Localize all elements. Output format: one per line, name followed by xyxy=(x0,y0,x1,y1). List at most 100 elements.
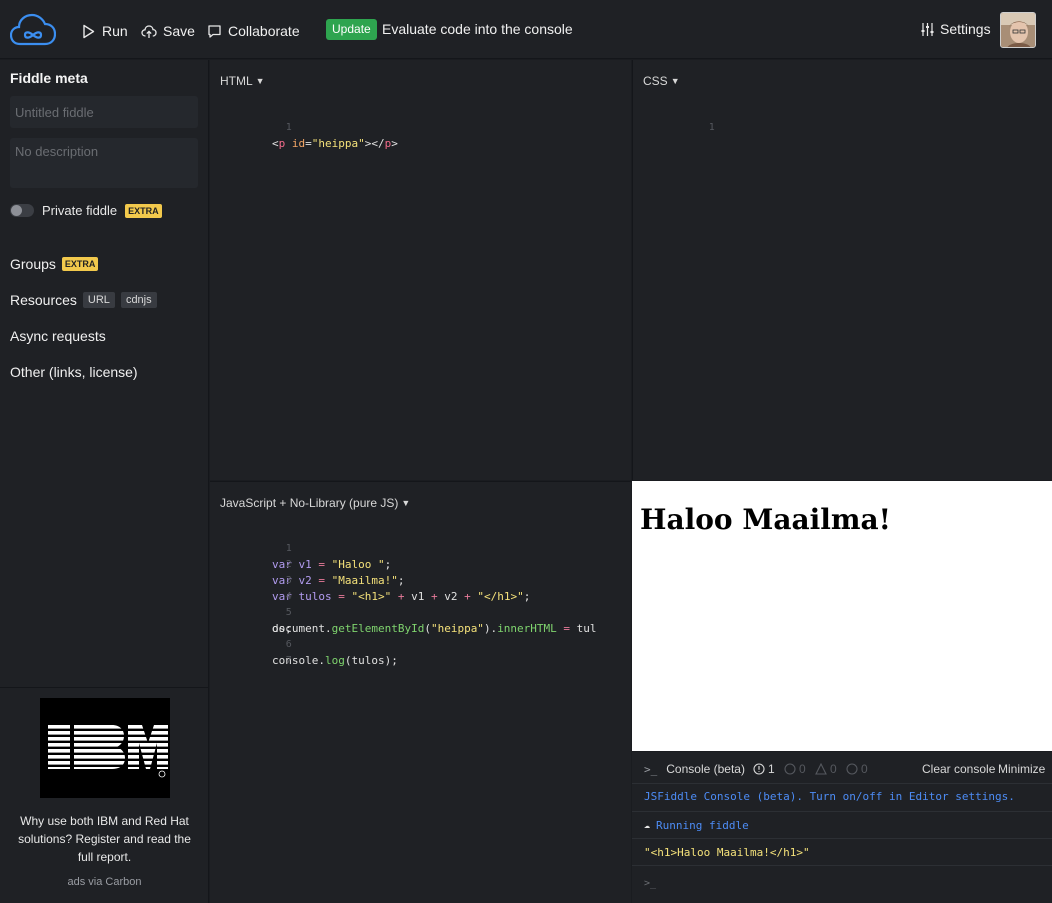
private-fiddle-label: Private fiddle xyxy=(42,203,118,218)
error-count[interactable]: 1 xyxy=(753,762,775,776)
console-info-message: JSFiddle Console (beta). Turn on/off in … xyxy=(644,790,1015,803)
code-line: 2 var v2 = "Maailma!"; xyxy=(210,541,631,587)
sidebar: Fiddle meta Private fiddle EXTRA Groups … xyxy=(0,60,209,903)
line-number: 1 xyxy=(285,122,292,133)
alert-count-value: 0 xyxy=(830,762,837,776)
clear-console-button[interactable]: Clear console xyxy=(922,762,995,776)
private-fiddle-row: Private fiddle EXTRA xyxy=(10,203,162,218)
result-preview[interactable]: Haloo Maailma! xyxy=(632,481,1052,751)
console-panel: >_ Console (beta) 1 0 0 0 Clear console … xyxy=(632,752,1052,903)
code-text: <p id="heippa"></p> xyxy=(272,137,398,150)
collaborate-button[interactable]: Collaborate xyxy=(207,21,300,41)
cloud-upload-icon xyxy=(141,24,157,38)
html-editor-panel[interactable]: HTML ▼ 1 <p id="heippa"></p> xyxy=(210,60,631,480)
run-label: Run xyxy=(102,23,128,39)
update-description: Evaluate code into the console xyxy=(382,21,573,37)
error-icon xyxy=(753,763,765,775)
warning-count-value: 0 xyxy=(799,762,806,776)
update-button[interactable]: Update xyxy=(326,19,377,40)
js-panel-label[interactable]: JavaScript + No-Library (pure JS) ▼ xyxy=(220,496,410,510)
css-code[interactable]: 1 xyxy=(633,104,1052,133)
circle-icon xyxy=(784,763,796,775)
js-label-text: JavaScript + No-Library (pure JS) xyxy=(220,496,399,510)
code-line: 4 xyxy=(210,573,631,602)
info-count-value: 0 xyxy=(861,762,868,776)
console-title-text: Console (beta) xyxy=(666,762,745,776)
js-code[interactable]: 1 var v1 = "Haloo "; 2 var v2 = "Maailma… xyxy=(210,525,631,667)
sliders-icon xyxy=(921,22,934,36)
running-text: Running fiddle xyxy=(656,819,749,832)
console-log-output: "<h1>Haloo Maailma!</h1>" xyxy=(644,846,810,859)
html-panel-label[interactable]: HTML ▼ xyxy=(220,74,265,88)
console-header: >_ Console (beta) 1 0 0 0 Clear console … xyxy=(632,752,1052,784)
code-line: 1 var v1 = "Haloo "; xyxy=(210,525,631,571)
code-line: 7 xyxy=(210,637,631,666)
error-count-value: 1 xyxy=(768,762,775,776)
minimize-console-button[interactable]: Minimize xyxy=(998,762,1045,776)
sidebar-item-resources[interactable]: Resources URL cdnjs xyxy=(10,292,157,308)
url-badge[interactable]: URL xyxy=(82,292,115,308)
css-panel-label[interactable]: CSS ▼ xyxy=(643,74,680,88)
alert-count[interactable]: 0 xyxy=(815,762,837,776)
jsfiddle-logo-icon[interactable] xyxy=(10,13,56,47)
fiddle-meta-title: Fiddle meta xyxy=(10,70,88,86)
settings-label: Settings xyxy=(940,21,991,37)
caret-down-icon: ▼ xyxy=(401,498,411,508)
divider xyxy=(632,865,1052,866)
line-number: 7 xyxy=(285,655,292,666)
extra-badge: EXTRA xyxy=(61,257,99,271)
cdnjs-badge[interactable]: cdnjs xyxy=(120,292,157,308)
carbon-ad[interactable]: Why use both IBM and Red Hat solutions? … xyxy=(0,687,209,903)
caret-down-icon: ▼ xyxy=(670,76,680,86)
fiddle-name-input[interactable] xyxy=(10,96,198,128)
html-label-text: HTML xyxy=(220,74,253,88)
ads-via-carbon[interactable]: ads via Carbon xyxy=(0,876,209,888)
extra-badge: EXTRA xyxy=(125,203,162,218)
private-fiddle-toggle[interactable] xyxy=(10,204,34,217)
play-icon xyxy=(83,24,95,38)
code-line: 1 <p id="heippa"></p> xyxy=(210,104,631,150)
top-bar: Run Save Collaborate Update Evaluate cod… xyxy=(0,0,1052,59)
user-avatar[interactable] xyxy=(1000,12,1036,48)
console-input-prompt[interactable]: >_ xyxy=(644,878,656,889)
cloud-icon: ☁ xyxy=(644,820,651,831)
groups-label: Groups xyxy=(10,256,56,272)
settings-button[interactable]: Settings xyxy=(920,21,991,37)
save-label: Save xyxy=(163,23,195,39)
chat-bubble-icon xyxy=(208,24,221,38)
code-line: 6 console.log(tulos); xyxy=(210,621,631,667)
js-editor-panel[interactable]: JavaScript + No-Library (pure JS) ▼ 1 va… xyxy=(210,481,631,903)
info-icon xyxy=(846,763,858,775)
fiddle-description-input[interactable] xyxy=(10,138,198,188)
avatar-photo xyxy=(1001,13,1035,47)
resources-label: Resources xyxy=(10,292,77,308)
console-running-message: ☁ Running fiddle xyxy=(644,819,749,832)
warning-triangle-icon xyxy=(815,763,827,775)
divider xyxy=(632,838,1052,839)
line-number: 1 xyxy=(708,122,715,133)
sidebar-item-async-requests[interactable]: Async requests xyxy=(10,328,106,344)
css-label-text: CSS xyxy=(643,74,668,88)
html-code[interactable]: 1 <p id="heippa"></p> xyxy=(210,104,631,150)
ibm-logo-graphic xyxy=(48,725,168,778)
code-line: 5 document.getElementById("heippa").inne… xyxy=(210,589,631,635)
async-label: Async requests xyxy=(10,328,106,344)
ibm-logo[interactable] xyxy=(40,698,170,798)
other-label: Other (links, license) xyxy=(10,364,138,380)
divider xyxy=(632,811,1052,812)
warning-count[interactable]: 0 xyxy=(784,762,806,776)
info-count[interactable]: 0 xyxy=(846,762,868,776)
sidebar-item-other[interactable]: Other (links, license) xyxy=(10,364,138,380)
code-line: 1 xyxy=(633,104,1052,133)
caret-down-icon: ▼ xyxy=(255,76,265,86)
collaborate-label: Collaborate xyxy=(228,23,300,39)
css-editor-panel[interactable]: CSS ▼ 1 xyxy=(632,60,1052,480)
console-title: >_ Console (beta) xyxy=(644,762,745,776)
ad-text[interactable]: Why use both IBM and Red Hat solutions? … xyxy=(10,812,199,866)
sidebar-item-groups[interactable]: Groups EXTRA xyxy=(10,256,99,272)
terminal-prompt-icon: >_ xyxy=(644,762,658,776)
save-button[interactable]: Save xyxy=(141,21,195,41)
run-button[interactable]: Run xyxy=(81,21,128,41)
result-heading: Haloo Maailma! xyxy=(640,503,891,536)
code-line: os; xyxy=(210,605,631,635)
